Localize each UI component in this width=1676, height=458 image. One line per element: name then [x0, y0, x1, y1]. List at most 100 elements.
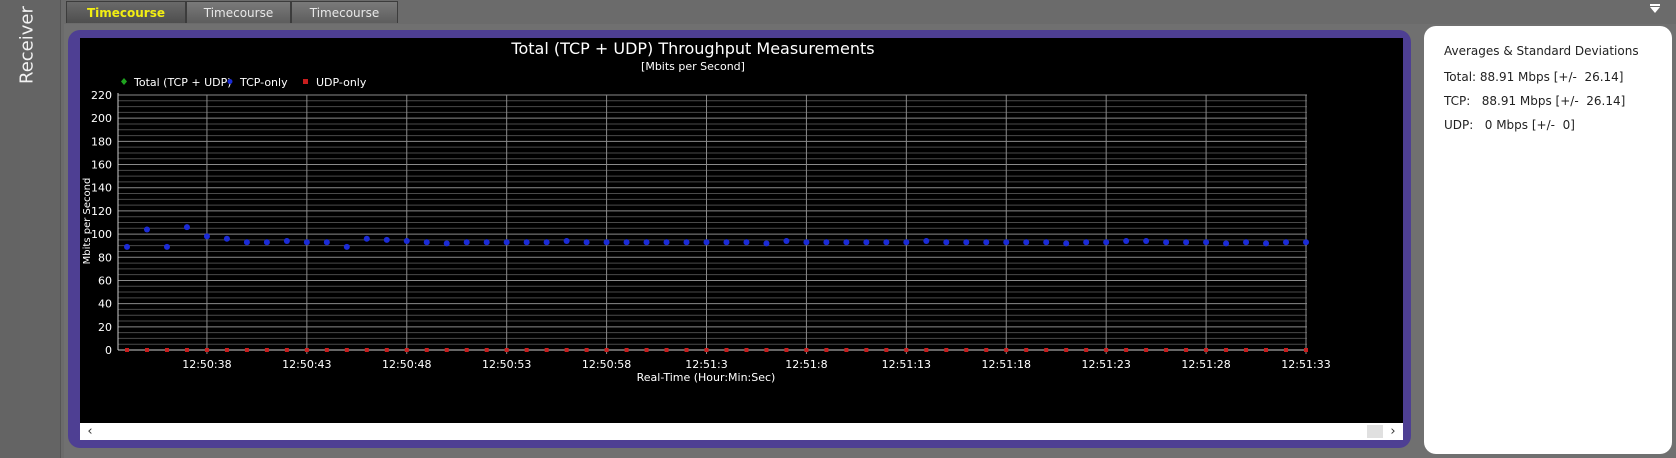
chart-legend: Total (TCP + UDP) TCP-only UDP-only: [121, 76, 367, 89]
y-tick-label: 80: [98, 251, 112, 264]
tcp-series-point: [243, 239, 250, 246]
legend-udp-marker: [303, 79, 308, 84]
x-tick-label: 12:50:48: [382, 358, 431, 371]
tcp-series-point: [543, 239, 550, 246]
tcp-series-point: [363, 235, 370, 242]
tcp-series-point: [683, 239, 690, 246]
tcp-series-point: [163, 243, 170, 250]
stats-tcp: TCP: 88.91 Mbps [+/- 26.14]: [1444, 94, 1626, 108]
tcp-series-point: [1283, 239, 1290, 246]
y-tick-label: 100: [91, 228, 112, 241]
tab-timecourse-udp[interactable]: Timecourse (UDP): [291, 1, 398, 42]
chevron-right-icon[interactable]: ›: [1385, 423, 1401, 440]
tab-timecourse-tcp[interactable]: Timecourse (TCP): [186, 1, 291, 42]
udp-series-point: [604, 348, 609, 352]
udp-series-point: [184, 348, 189, 352]
tcp-series-point: [1183, 239, 1190, 246]
udp-series-point: [1044, 348, 1049, 352]
tcp-series-point: [1103, 239, 1110, 246]
tcp-series-point: [583, 239, 590, 246]
udp-series-point: [744, 348, 749, 352]
x-tick-label: 12:50:38: [182, 358, 231, 371]
udp-series-point: [684, 348, 689, 352]
tcp-series-point: [203, 233, 210, 240]
tcp-series-point: [1023, 239, 1030, 246]
chart-subtitle: [Mbits per Second]: [641, 60, 745, 73]
tcp-series-point: [1123, 238, 1130, 245]
legend-total-label: Total (TCP + UDP): [133, 76, 232, 89]
legend-tcp-marker: [227, 79, 233, 84]
udp-series-point: [644, 348, 649, 352]
udp-series-point: [884, 348, 889, 352]
udp-series-point: [1024, 348, 1029, 352]
udp-series-point: [524, 348, 529, 352]
udp-series-point: [164, 348, 169, 352]
tcp-series-point: [483, 239, 490, 246]
udp-series-point: [244, 348, 249, 352]
udp-series-point: [264, 348, 269, 352]
udp-series-point: [984, 348, 989, 352]
x-tick-label: 12:51:13: [882, 358, 931, 371]
dropdown-menu-icon[interactable]: [1648, 4, 1662, 13]
tcp-series-point: [1243, 239, 1250, 246]
udp-series-point: [824, 348, 829, 352]
udp-series-point: [304, 348, 309, 352]
udp-series-point: [924, 348, 929, 352]
tcp-series-point: [663, 239, 670, 246]
udp-series-point: [904, 348, 909, 352]
tcp-series-point: [743, 239, 750, 246]
tcp-series-point: [1163, 239, 1170, 246]
stats-title: Averages & Standard Deviations: [1444, 44, 1639, 58]
tcp-series-point: [863, 239, 870, 246]
x-tick-label: 12:51:8: [785, 358, 827, 371]
y-tick-label: 0: [105, 344, 112, 357]
tcp-series-point: [383, 236, 390, 243]
udp-series-point: [1124, 348, 1129, 352]
y-tick-label: 120: [91, 205, 112, 218]
tcp-series-point: [943, 239, 950, 246]
x-tick-label: 12:50:43: [282, 358, 331, 371]
tcp-series-point: [283, 238, 290, 245]
legend-udp-label: UDP-only: [316, 76, 367, 89]
tcp-series-point: [923, 238, 930, 245]
tcp-series-point: [323, 239, 330, 246]
receiver-label: Receiver: [16, 6, 38, 84]
udp-series-point: [344, 348, 349, 352]
tcp-series-point: [843, 239, 850, 246]
tcp-series-point: [723, 239, 730, 246]
tcp-series-point: [703, 239, 710, 246]
horizontal-scrollbar[interactable]: ‹ ›: [80, 423, 1403, 440]
x-tick-label: 12:51:28: [1181, 358, 1230, 371]
tcp-series-point: [903, 239, 910, 246]
udp-series-point: [1004, 348, 1009, 352]
udp-series-point: [284, 348, 289, 352]
udp-series-point: [384, 348, 389, 352]
udp-series-point: [224, 348, 229, 352]
udp-series-point: [1264, 348, 1269, 352]
tcp-series-point: [783, 238, 790, 245]
udp-series-point: [624, 348, 629, 352]
scroll-thumb[interactable]: [1367, 425, 1383, 438]
stats-udp: UDP: 0 Mbps [+/- 0]: [1444, 118, 1575, 132]
tab-timecourse-total[interactable]: Timecourse (Total): [66, 1, 186, 42]
udp-series-point: [1304, 348, 1308, 352]
udp-series-point: [1084, 348, 1089, 352]
udp-series-point: [1284, 348, 1289, 352]
udp-series-point: [724, 348, 729, 352]
tcp-series-point: [1003, 239, 1010, 246]
tcp-series-point: [983, 239, 990, 246]
tcp-series-point: [603, 239, 610, 246]
tcp-series-point: [503, 239, 510, 246]
tcp-series-point: [623, 239, 630, 246]
tcp-series-point: [463, 239, 470, 246]
tcp-series-point: [1043, 239, 1050, 246]
tcp-series-point: [763, 240, 770, 247]
udp-series-point: [1184, 348, 1189, 352]
x-axis-label: Real-Time (Hour:Min:Sec): [637, 371, 776, 384]
legend-total-marker: [121, 78, 127, 85]
chevron-left-icon[interactable]: ‹: [82, 423, 98, 440]
tcp-series-point: [223, 235, 230, 242]
udp-series-point: [1204, 348, 1209, 352]
y-tick-label: 140: [91, 182, 112, 195]
udp-series-point: [844, 348, 849, 352]
